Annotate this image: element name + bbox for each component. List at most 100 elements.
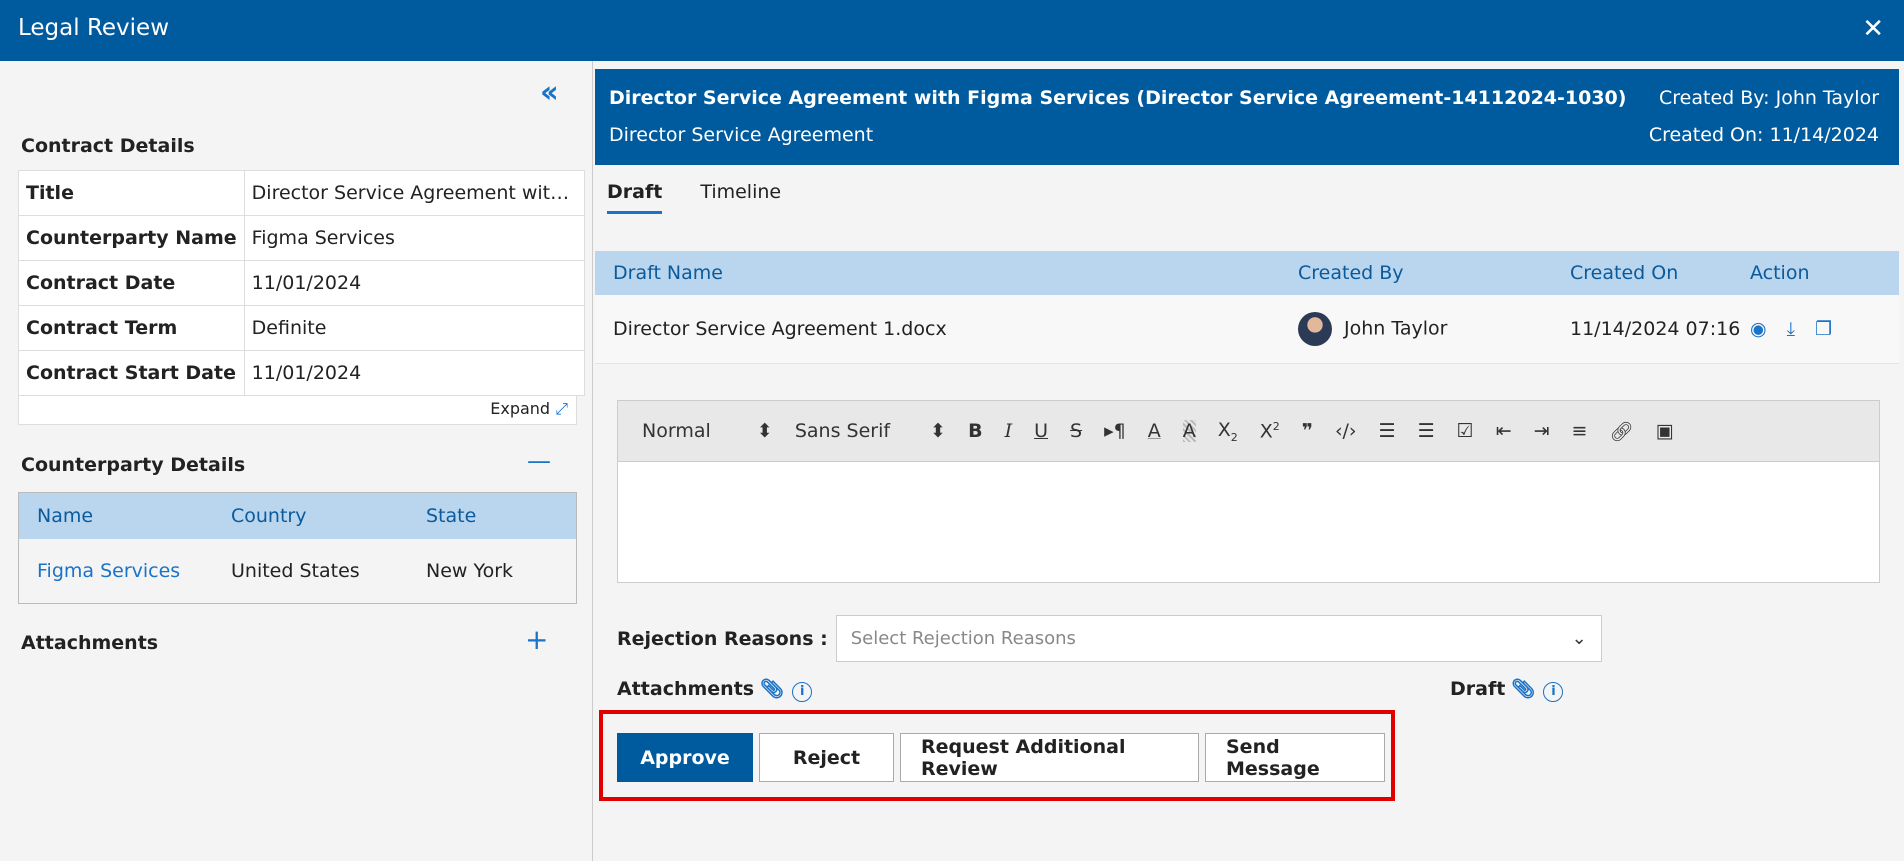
indent-icon[interactable]: ⇥ [1534, 420, 1550, 442]
subscript-icon[interactable]: X2 [1218, 419, 1238, 444]
expand-label: Expand [490, 399, 551, 418]
contract-details-table: Title Director Service Agreement with ...… [18, 170, 585, 396]
image-icon[interactable]: ▣ [1656, 420, 1674, 442]
field-label: Title [18, 170, 245, 216]
action-buttons: Approve Reject Request Additional Review… [617, 733, 1385, 782]
field-value: Definite [243, 305, 585, 351]
attachments-row: Attachments 📎︎ i [617, 677, 813, 702]
blockquote-icon[interactable]: ❞ [1302, 420, 1313, 442]
checklist-icon[interactable]: ☑ [1457, 420, 1474, 442]
italic-icon[interactable]: I [1005, 420, 1013, 442]
actions: ◉ ⤓ ❐ [1750, 318, 1899, 340]
font-value: Sans Serif [794, 420, 891, 442]
table-row: Figma Services United States New York [19, 539, 576, 603]
view-icon[interactable]: ◉ [1750, 318, 1767, 340]
counterparty-name-link[interactable]: Figma Services [19, 560, 231, 582]
table-header: Name Country State [19, 493, 576, 539]
tabs: Draft Timeline [607, 181, 781, 214]
format-value: Normal [642, 420, 711, 442]
ordered-list-icon[interactable]: ☰ [1379, 420, 1396, 442]
bullet-list-icon[interactable]: ☰ [1418, 420, 1435, 442]
table-row: Contract Start Date 11/01/2024 [18, 350, 585, 396]
rejection-placeholder: Select Rejection Reasons [850, 628, 1076, 649]
col-name: Name [37, 505, 94, 527]
draft-name: Director Service Agreement 1.docx [613, 318, 947, 340]
text-direction-icon[interactable]: ▸¶ [1104, 420, 1126, 442]
table-row: Contract Date 11/01/2024 [18, 260, 585, 306]
link-icon[interactable]: 🔗︎ [1609, 420, 1633, 443]
chevron-down-icon: ⌄ [1571, 628, 1587, 649]
left-panel: ‹‹ Contract Details Title Director Servic… [0, 61, 593, 861]
field-label: Contract Start Date [18, 350, 245, 396]
field-label: Contract Date [18, 260, 245, 306]
creator-name: John Taylor [1344, 317, 1448, 340]
rich-text-editor[interactable]: Normal ⬍ Sans Serif ⬍ B I U S ▸¶ A A X2 … [617, 400, 1880, 583]
window-title: Legal Review [18, 15, 170, 41]
field-value: 11/01/2024 [243, 260, 585, 306]
tab-timeline[interactable]: Timeline [700, 181, 781, 214]
reject-button[interactable]: Reject [759, 733, 894, 782]
tab-draft[interactable]: Draft [607, 181, 663, 214]
draft-creator: John Taylor [1298, 312, 1570, 346]
table-row: Title Director Service Agreement with ... [18, 170, 585, 216]
contract-type: Director Service Agreement [609, 124, 874, 146]
country: United States [231, 560, 360, 582]
draft-date: 11/14/2024 07:16 [1570, 318, 1741, 340]
code-icon[interactable]: ‹/› [1335, 420, 1357, 442]
expand-icon: ⤢ [555, 399, 568, 418]
draft-label: Draft [1450, 678, 1506, 700]
counterparty-table: Name Country State Figma Services United St… [18, 492, 577, 604]
rejection-label: Rejection Reasons : [617, 627, 828, 650]
paperclip-icon[interactable]: 📎︎ [1511, 678, 1535, 700]
strikethrough-icon[interactable]: S [1070, 420, 1082, 442]
download-icon[interactable]: ⤓ [1787, 318, 1795, 340]
created-on: Created On: 11/14/2024 [1648, 124, 1879, 146]
expand-link[interactable]: Expand ⤢ [18, 395, 577, 425]
col-created-by: Created By [1298, 262, 1404, 284]
paperclip-icon[interactable]: 📎︎ [760, 678, 784, 700]
table-header: Draft Name Created By Created On Action [595, 251, 1899, 295]
info-icon[interactable]: i [1543, 682, 1564, 702]
text-color-icon[interactable]: A [1148, 420, 1161, 442]
attachments-label: Attachments [617, 678, 755, 700]
contract-title: Director Service Agreement with Figma Se… [609, 87, 1627, 109]
table-row: Director Service Agreement 1.docx John T… [595, 295, 1899, 364]
outdent-icon[interactable]: ⇤ [1496, 420, 1512, 442]
counterparty-details-heading: Counterparty Details [21, 454, 246, 476]
align-icon[interactable]: ≡ [1572, 420, 1588, 442]
draft-attach-row: Draft 📎︎ i [1450, 677, 1564, 702]
col-action: Action [1750, 262, 1810, 284]
table-row: Contract Term Definite [18, 305, 585, 351]
approve-button[interactable]: Approve [617, 733, 753, 782]
info-icon[interactable]: i [792, 682, 813, 702]
col-state: State [426, 505, 477, 527]
state: New York [426, 560, 514, 582]
format-select[interactable]: Normal ⬍ [642, 420, 773, 442]
right-panel: Director Service Agreement with Figma Se… [595, 69, 1899, 861]
collapse-panel-icon[interactable]: ‹‹ [540, 75, 559, 110]
contract-header: Director Service Agreement with Figma Se… [595, 69, 1899, 165]
bold-icon[interactable]: B [968, 420, 982, 442]
rejection-row: Rejection Reasons : Select Rejection Rea… [617, 615, 1602, 662]
field-label: Contract Term [18, 305, 245, 351]
font-select[interactable]: Sans Serif ⬍ [795, 420, 946, 442]
field-value: Director Service Agreement with ... [243, 170, 585, 216]
rejection-reasons-select[interactable]: Select Rejection Reasons ⌄ [835, 615, 1602, 662]
editor-toolbar: Normal ⬍ Sans Serif ⬍ B I U S ▸¶ A A X2 … [618, 401, 1879, 462]
highlight-icon[interactable]: A [1182, 420, 1196, 442]
underline-icon[interactable]: U [1034, 420, 1048, 442]
field-value: 11/01/2024 [243, 350, 585, 396]
created-by: Created By: John Taylor [1659, 87, 1879, 109]
send-message-button[interactable]: Send Message [1205, 733, 1385, 782]
add-attachment-icon[interactable]: + [525, 623, 548, 656]
copy-icon[interactable]: ❐ [1815, 318, 1832, 340]
title-bar: Legal Review ✕ [0, 0, 1904, 61]
col-created-on: Created On [1570, 262, 1679, 284]
close-icon[interactable]: ✕ [1862, 14, 1884, 44]
collapse-minus-icon[interactable]: — [527, 447, 551, 475]
field-label: Counterparty Name [18, 215, 245, 261]
field-value: Figma Services [243, 215, 585, 261]
request-additional-review-button[interactable]: Request Additional Review [900, 733, 1199, 782]
superscript-icon[interactable]: X2 [1260, 420, 1280, 442]
table-row: Counterparty Name Figma Services [18, 215, 585, 261]
